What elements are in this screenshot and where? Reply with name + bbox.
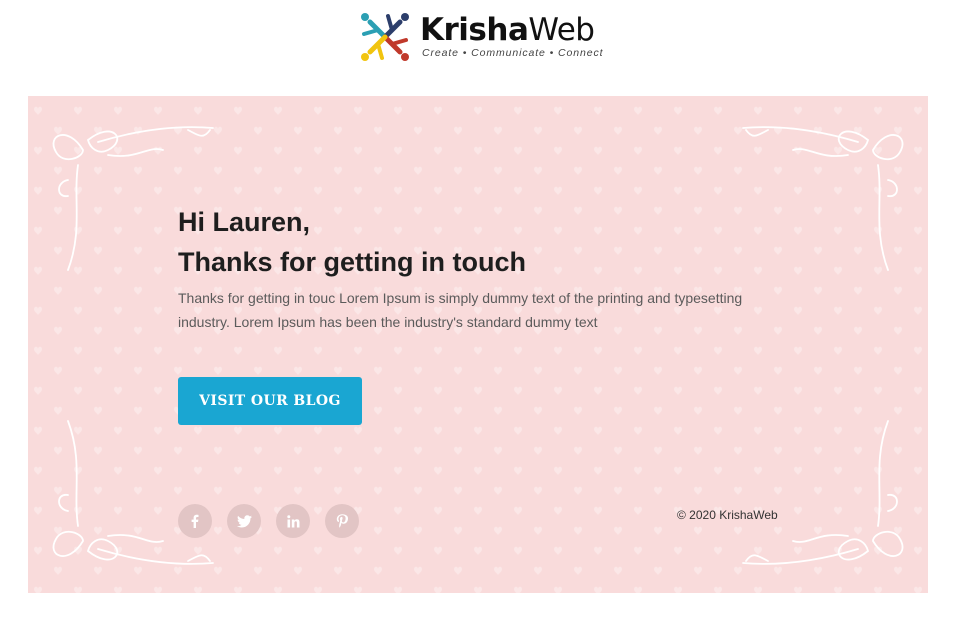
logo-name-bold: Krisha: [420, 12, 529, 48]
facebook-icon: [191, 514, 199, 528]
logo-tagline: Create • Communicate • Connect: [422, 47, 604, 59]
email-card: Hi Lauren, Thanks for getting in touch T…: [28, 96, 928, 593]
heart-pattern-background: [28, 96, 928, 593]
twitter-icon: [236, 514, 252, 527]
facebook-link[interactable]: [178, 504, 212, 538]
greeting-line-2: Thanks for getting in touch: [178, 247, 526, 277]
social-links: [178, 504, 374, 538]
linkedin-icon: [286, 514, 299, 527]
greeting-heading: Hi Lauren, Thanks for getting in touch: [178, 202, 526, 282]
twitter-link[interactable]: [227, 504, 261, 538]
logo-mark-icon: [361, 13, 409, 61]
krishaweb-logo[interactable]: KrishaWeb Create • Communicate • Connect: [356, 8, 604, 66]
visit-blog-button[interactable]: VISIT OUR BLOG: [178, 377, 362, 425]
logo-wordmark: KrishaWeb: [420, 12, 595, 48]
email-page: KrishaWeb Create • Communicate • Connect: [0, 0, 954, 627]
linkedin-link[interactable]: [276, 504, 310, 538]
message-body: Thanks for getting in touc Lorem Ipsum i…: [178, 290, 743, 330]
copyright-text: © 2020 KrishaWeb: [677, 508, 778, 522]
logo-name-light: Web: [528, 12, 595, 48]
pinterest-link[interactable]: [325, 504, 359, 538]
greeting-line-1: Hi Lauren,: [178, 207, 311, 237]
pinterest-icon: [336, 514, 348, 528]
